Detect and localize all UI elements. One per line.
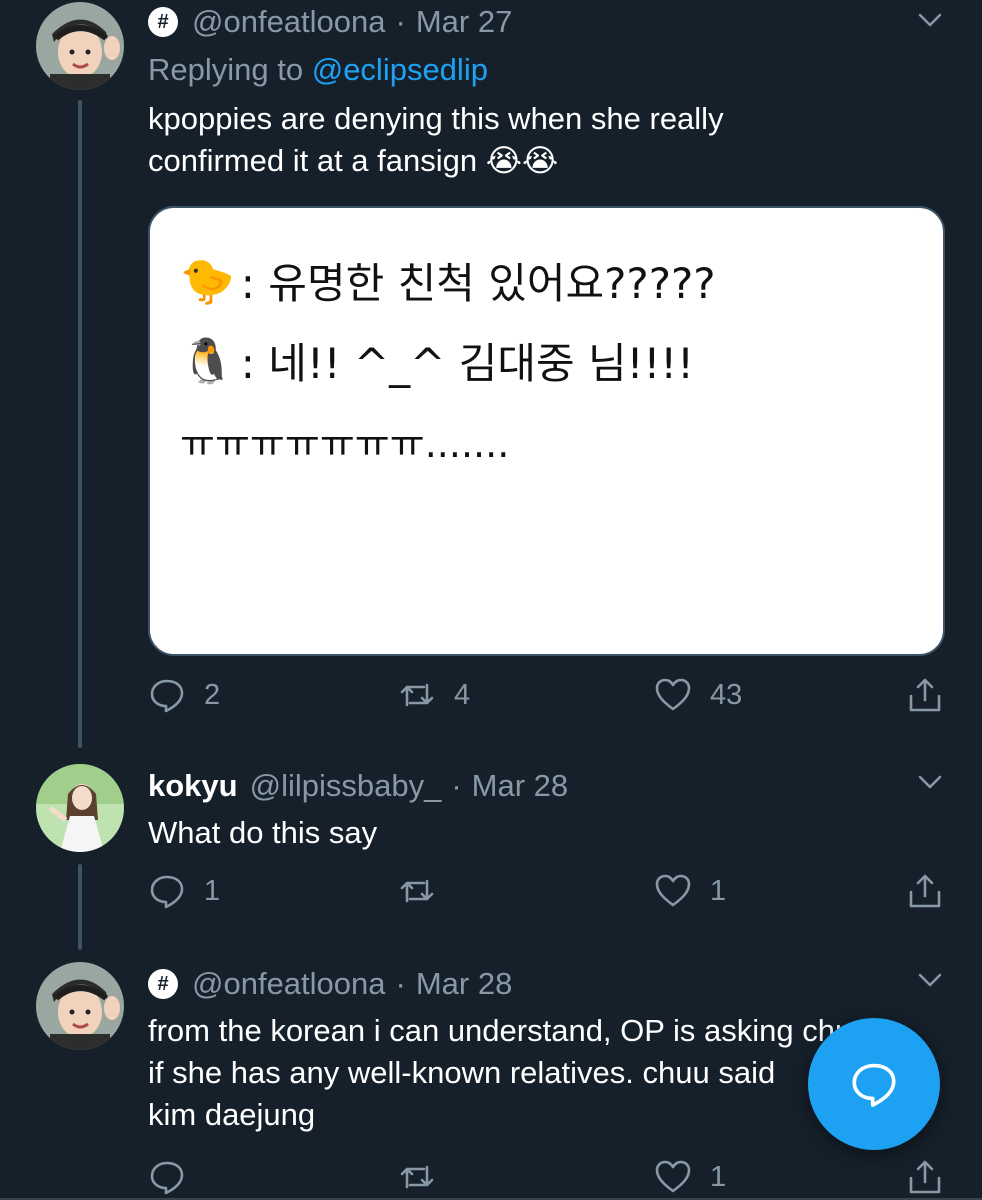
- chevron-down-icon[interactable]: [916, 6, 944, 34]
- tweet-text-line: confirmed it at a fansign 😭😭: [148, 143, 559, 178]
- reply-icon: [150, 875, 184, 909]
- like-icon: [655, 874, 691, 907]
- thread-line: [78, 100, 82, 748]
- reply-button[interactable]: [148, 1158, 204, 1196]
- reply-icon: [150, 679, 184, 713]
- replying-to-label: Replying to: [148, 52, 304, 87]
- retweet-icon: [400, 1165, 434, 1189]
- retweet-icon: [400, 879, 434, 903]
- image-text-line: : 네!! ^_^ 김대중 님!!!!: [240, 339, 694, 388]
- tweet-header: # @onfeatloona · Mar 28: [148, 964, 942, 1004]
- like-count: 1: [710, 874, 727, 907]
- reply-count: 2: [204, 678, 221, 711]
- reply-count: 1: [204, 874, 221, 907]
- chevron-down-icon[interactable]: [916, 966, 944, 994]
- image-text-line: ㅠㅠㅠㅠㅠㅠㅠ.......: [180, 422, 510, 466]
- separator: ·: [395, 966, 406, 1001]
- tweet-header: kokyu @lilpissbaby_ · Mar 28: [148, 766, 942, 806]
- tweet-text-line: kpoppies are denying this when she reall…: [148, 101, 724, 136]
- like-button[interactable]: 43: [654, 676, 742, 714]
- tweet-1[interactable]: # @onfeatloona · Mar 27 Replying to @ecl…: [0, 0, 982, 760]
- account-badge: #: [148, 969, 178, 999]
- retweet-count: 4: [454, 678, 471, 711]
- like-icon: [655, 1160, 691, 1193]
- user-handle[interactable]: @lilpissbaby_: [250, 766, 442, 806]
- tweet-header: # @onfeatloona · Mar 27: [148, 2, 942, 42]
- like-icon: [655, 678, 691, 711]
- separator: ·: [395, 4, 406, 39]
- tweet-2[interactable]: kokyu @lilpissbaby_ · Mar 28 What do thi…: [0, 760, 982, 958]
- share-button[interactable]: [906, 872, 944, 910]
- chevron-down-icon[interactable]: [916, 768, 944, 796]
- replying-to-link[interactable]: @eclipsedlip: [312, 52, 488, 87]
- penguin-emoji: 🐧: [180, 335, 235, 387]
- like-count: 43: [710, 678, 743, 711]
- replying-to: Replying to @eclipsedlip: [148, 50, 942, 90]
- avatar[interactable]: [36, 2, 124, 90]
- like-button[interactable]: 1: [654, 872, 726, 910]
- image-text-line: : 유명한 친척 있어요?????: [240, 259, 716, 308]
- avatar[interactable]: [36, 962, 124, 1050]
- share-icon: [909, 1160, 941, 1194]
- tweet-date[interactable]: Mar 28: [472, 766, 568, 806]
- tweet-date[interactable]: Mar 28: [416, 964, 512, 1004]
- reply-icon: [150, 1161, 184, 1195]
- account-badge: #: [148, 7, 178, 37]
- reply-button[interactable]: 1: [148, 872, 220, 910]
- tweet-actions: 2 4 43: [148, 676, 948, 726]
- tweet-date[interactable]: Mar 27: [416, 2, 512, 42]
- user-name[interactable]: kokyu: [148, 766, 238, 806]
- share-icon: [909, 678, 941, 712]
- user-handle[interactable]: @onfeatloona: [192, 964, 386, 1004]
- compose-icon: [852, 1063, 896, 1107]
- tweet-actions: 1 1: [148, 872, 948, 922]
- retweet-button[interactable]: [398, 872, 454, 910]
- retweet-button[interactable]: 4: [398, 676, 470, 714]
- like-button[interactable]: 1: [654, 1158, 726, 1196]
- user-handle[interactable]: @onfeatloona: [192, 2, 386, 42]
- share-button[interactable]: [906, 1158, 944, 1196]
- tweet-actions: 1: [148, 1158, 948, 1200]
- retweet-icon: [400, 683, 434, 707]
- retweet-button[interactable]: [398, 1158, 454, 1196]
- avatar[interactable]: [36, 764, 124, 852]
- thread-line: [78, 864, 82, 950]
- reply-button[interactable]: 2: [148, 676, 220, 714]
- tweet-text: What do this say: [148, 815, 378, 850]
- like-count: 1: [710, 1160, 727, 1193]
- tweet-text: kpoppies are denying this when she reall…: [148, 98, 942, 182]
- compose-button[interactable]: [808, 1018, 940, 1150]
- share-icon: [909, 874, 941, 908]
- share-button[interactable]: [906, 676, 944, 714]
- chick-emoji: 🐤: [180, 255, 235, 307]
- separator: ·: [451, 768, 462, 803]
- tweet-image[interactable]: 🐤 : 유명한 친척 있어요????? 🐧 : 네!! ^_^ 김대중 님!!!…: [148, 206, 945, 656]
